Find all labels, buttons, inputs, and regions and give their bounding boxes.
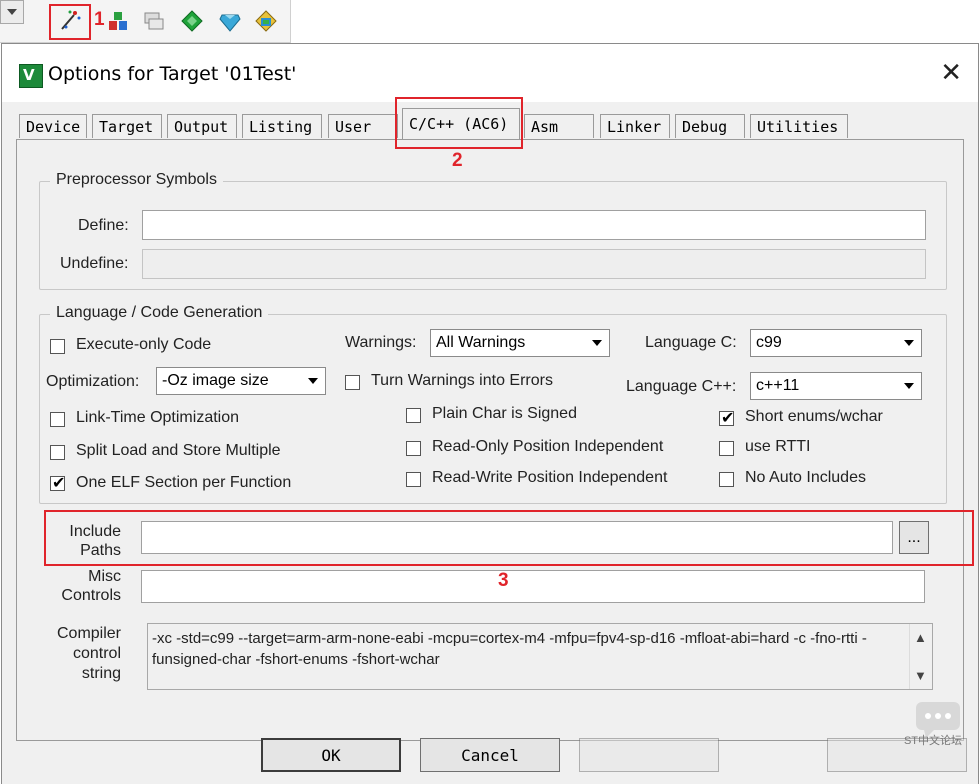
annotation-box-1: [49, 4, 91, 40]
tab-debug[interactable]: Debug: [675, 114, 745, 138]
split-load-label: Split Load and Store Multiple: [76, 442, 281, 459]
annotation-box-2: [395, 97, 523, 149]
misc-controls-label: Misc Controls: [61, 568, 121, 604]
compiler-string-label: Compiler control string: [56, 625, 121, 682]
one-elf-checkbox[interactable]: ✔: [50, 473, 66, 492]
toolbar: 1: [0, 0, 291, 43]
turn-warnings-label: Turn Warnings into Errors: [371, 372, 553, 389]
checkmark-icon: ✔: [52, 473, 66, 492]
define-label: Define:: [78, 217, 129, 234]
ok-button[interactable]: OK: [261, 738, 401, 772]
dialog-title: Options for Target '01Test': [48, 63, 297, 85]
misc-controls-input[interactable]: [141, 570, 925, 603]
ro-pos-label: Read-Only Position Independent: [432, 438, 664, 455]
select-software-packs-button[interactable]: [218, 9, 242, 33]
optimization-select[interactable]: -Oz image size: [156, 367, 326, 395]
stacked-windows-icon: [144, 12, 164, 30]
project-items-icon: [109, 12, 127, 30]
options-dialog: V Options for Target '01Test' ✕ Device T…: [1, 43, 979, 784]
short-enums-checkbox[interactable]: ✔: [719, 408, 735, 427]
language-c-value: c99: [756, 334, 782, 351]
keil-app-icon: V: [19, 64, 43, 88]
manage-packs-button[interactable]: [180, 9, 204, 33]
one-elf-label: One ELF Section per Function: [76, 474, 292, 491]
tab-target[interactable]: Target: [92, 114, 162, 138]
tab-utilities[interactable]: Utilities: [750, 114, 848, 138]
rw-pos-checkbox[interactable]: [406, 472, 421, 487]
chevron-down-icon: [586, 331, 608, 355]
language-cpp-label: Language C++:: [626, 378, 737, 395]
compiler-string-textarea[interactable]: -xc -std=c99 --target=arm-arm-none-eabi …: [147, 623, 933, 690]
chevron-down-icon: [302, 369, 324, 393]
no-auto-label: No Auto Includes: [745, 469, 866, 486]
optimization-label: Optimization:: [46, 373, 140, 390]
run-time-environment-button[interactable]: [254, 9, 278, 33]
use-rtti-label: use RTTI: [745, 438, 811, 455]
preprocessor-group-title: Preprocessor Symbols: [50, 171, 223, 189]
plain-char-checkbox[interactable]: [406, 408, 421, 423]
no-auto-checkbox[interactable]: [719, 472, 734, 487]
tab-asm[interactable]: Asm: [524, 114, 594, 138]
compiler-string-scrollbar[interactable]: ▲ ▼: [909, 624, 932, 689]
green-diamond-icon: [181, 10, 203, 32]
defaults-button[interactable]: [579, 738, 719, 772]
ro-pos-checkbox[interactable]: [406, 441, 421, 456]
dialog-titlebar: V Options for Target '01Test' ✕: [2, 44, 978, 102]
compiler-string-value: -xc -std=c99 --target=arm-arm-none-eabi …: [152, 630, 867, 668]
watermark: ST中文论坛: [902, 700, 972, 756]
scroll-down-icon[interactable]: ▼: [914, 668, 927, 683]
tab-output[interactable]: Output: [167, 114, 237, 138]
tab-linker[interactable]: Linker: [600, 114, 670, 138]
use-rtti-checkbox[interactable]: [719, 441, 734, 456]
execute-only-label: Execute-only Code: [76, 336, 212, 353]
preprocessor-group: Preprocessor Symbols Define: Undefine:: [39, 171, 947, 290]
link-time-label: Link-Time Optimization: [76, 409, 240, 426]
toolbar-dropdown-button[interactable]: [0, 0, 24, 24]
annotation-number-3: 3: [498, 570, 509, 591]
chevron-down-icon: [7, 9, 17, 15]
warnings-value: All Warnings: [436, 334, 526, 351]
annotation-number-1: 1: [94, 9, 105, 30]
tab-user[interactable]: User: [328, 114, 398, 138]
rw-pos-label: Read-Write Position Independent: [432, 469, 668, 486]
warnings-label: Warnings:: [345, 334, 417, 351]
gem-icon: [219, 14, 241, 32]
language-group: Language / Code Generation Execute-only …: [39, 304, 947, 504]
file-extensions-button[interactable]: [142, 9, 166, 33]
language-c-select[interactable]: c99: [750, 329, 922, 357]
optimization-value: -Oz image size: [162, 372, 269, 389]
language-cpp-value: c++11: [756, 377, 800, 394]
split-load-checkbox[interactable]: [50, 445, 65, 460]
define-input[interactable]: [142, 210, 926, 240]
undefine-input[interactable]: [142, 249, 926, 279]
manage-project-items-button[interactable]: [106, 9, 130, 33]
close-icon[interactable]: ✕: [940, 58, 962, 88]
execute-only-checkbox[interactable]: [50, 339, 65, 354]
tab-device[interactable]: Device: [19, 114, 87, 138]
short-enums-label: Short enums/wchar: [745, 408, 883, 425]
rte-icon: [255, 10, 277, 32]
annotation-number-2: 2: [452, 150, 463, 171]
undefine-label: Undefine:: [60, 255, 129, 272]
annotation-box-3: [44, 510, 974, 566]
language-cpp-select[interactable]: c++11: [750, 372, 922, 400]
cancel-button[interactable]: Cancel: [420, 738, 560, 772]
cpp-tab-panel: Preprocessor Symbols Define: Undefine: L…: [16, 139, 964, 741]
language-c-label: Language C:: [645, 334, 737, 351]
plain-char-label: Plain Char is Signed: [432, 405, 577, 422]
tab-listing[interactable]: Listing: [242, 114, 322, 138]
warnings-select[interactable]: All Warnings: [430, 329, 610, 357]
link-time-checkbox[interactable]: [50, 412, 65, 427]
watermark-text: ST中文论坛: [903, 735, 962, 747]
turn-warnings-checkbox[interactable]: [345, 375, 360, 390]
checkmark-icon: ✔: [721, 408, 735, 427]
scroll-up-icon[interactable]: ▲: [914, 630, 927, 645]
chevron-down-icon: [898, 331, 920, 355]
language-group-title: Language / Code Generation: [50, 304, 269, 322]
chevron-down-icon: [898, 374, 920, 398]
